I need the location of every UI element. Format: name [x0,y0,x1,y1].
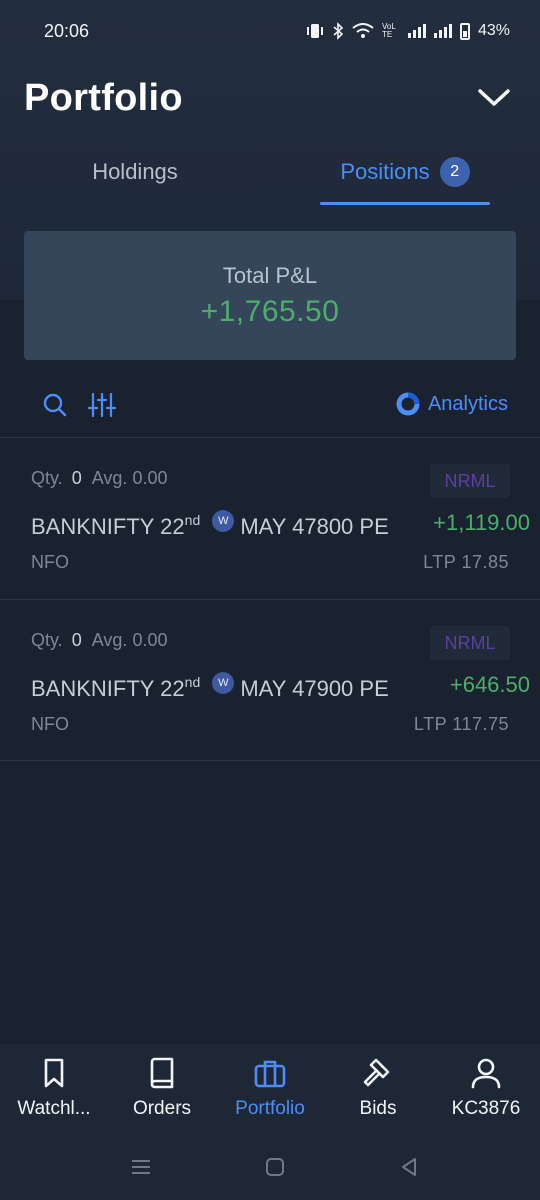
page-title: Portfolio [24,76,183,119]
nav-portfolio[interactable]: Portfolio [216,1044,324,1140]
total-pnl-label: Total P&L [222,262,318,288]
vibrate-icon [306,24,323,38]
exchange-label: NFO [31,552,69,572]
analytics-button[interactable]: Analytics [396,392,508,416]
total-pnl-card: Total P&L +1,765.50 [24,231,516,360]
position-pnl: +1,119.00 [433,510,530,535]
tab-positions[interactable]: Positions 2 [320,140,490,204]
portfolio-tabs: Holdings Positions 2 [0,140,540,208]
user-icon [471,1058,501,1089]
signal-2-icon [433,24,452,38]
exchange-label: NFO [31,714,69,734]
divider [0,760,540,761]
status-icons: VoLTE 43% [306,22,510,40]
bluetooth-icon [333,22,344,40]
positions-count-badge: 2 [439,157,470,187]
bookmark-icon [44,1058,64,1088]
gavel-icon [363,1058,390,1087]
product-type-badge: NRML [430,464,510,498]
qty-value: 0 [71,630,82,650]
product-type-badge: NRML [430,626,510,660]
bottom-nav: Watchl... Orders Portfolio Bids KC3876 [0,1044,540,1140]
status-time: 20:06 [44,20,90,41]
weekly-expiry-badge: W [212,510,235,532]
battery-level: 43% [477,22,510,39]
weekly-expiry-badge: W [212,672,235,694]
nav-bids[interactable]: Bids [324,1044,432,1140]
avg-value: 0.00 [132,468,168,488]
position-pnl: +646.50 [449,672,530,697]
positions-toolbar: Analytics [0,384,540,428]
briefcase-icon [254,1060,286,1088]
total-pnl-value: +1,765.50 [200,294,340,328]
qty-avg: Qty. 0 Avg. 0.00 [31,468,168,488]
signal-1-icon [407,24,426,38]
instrument-name: BANKNIFTY 22nd W MAY 47900 PE [31,672,389,701]
analytics-icon [396,392,420,416]
filter-sliders-icon[interactable] [88,392,116,418]
volte-icon: VoLTE [381,22,396,39]
nav-profile[interactable]: KC3876 [432,1044,540,1140]
book-icon [150,1057,174,1089]
active-tab-indicator [320,202,490,205]
nav-bids-label: Bids [359,1098,397,1119]
app-header: Portfolio [0,70,540,126]
nav-watchlist[interactable]: Watchl... [0,1044,108,1140]
position-row[interactable]: Qty. 0 Avg. 0.00 NRML BANKNIFTY 22nd W MA… [0,600,540,760]
nav-orders[interactable]: Orders [108,1044,216,1140]
wifi-icon [352,23,374,38]
instrument-name: BANKNIFTY 22nd W MAY 47800 PE [31,510,389,539]
status-bar: 20:06 VoLTE 43% [0,0,540,62]
tab-holdings-label: Holdings [92,159,178,184]
position-row[interactable]: Qty. 0 Avg. 0.00 NRML BANKNIFTY 22nd W MA… [0,438,540,598]
qty-avg: Qty. 0 Avg. 0.00 [31,630,168,650]
battery-icon [459,22,470,40]
nav-orders-label: Orders [132,1098,192,1119]
ltp-value: LTP 117.75 [413,714,509,734]
nav-profile-label: KC3876 [451,1098,521,1119]
search-icon[interactable] [42,392,68,418]
nav-watchlist-label: Watchl... [17,1098,91,1119]
chevron-down-icon[interactable] [476,80,512,116]
tab-holdings[interactable]: Holdings [20,140,250,204]
system-nav-bar [0,1140,540,1200]
nav-portfolio-label: Portfolio [235,1098,305,1119]
back-icon[interactable] [396,1154,422,1180]
ltp-value: LTP 17.85 [423,552,509,572]
recent-apps-icon[interactable] [128,1154,154,1180]
qty-value: 0 [71,468,82,488]
tab-positions-label: Positions [340,159,430,184]
analytics-label: Analytics [427,392,508,415]
home-icon[interactable] [262,1154,288,1180]
avg-value: 0.00 [132,630,168,650]
